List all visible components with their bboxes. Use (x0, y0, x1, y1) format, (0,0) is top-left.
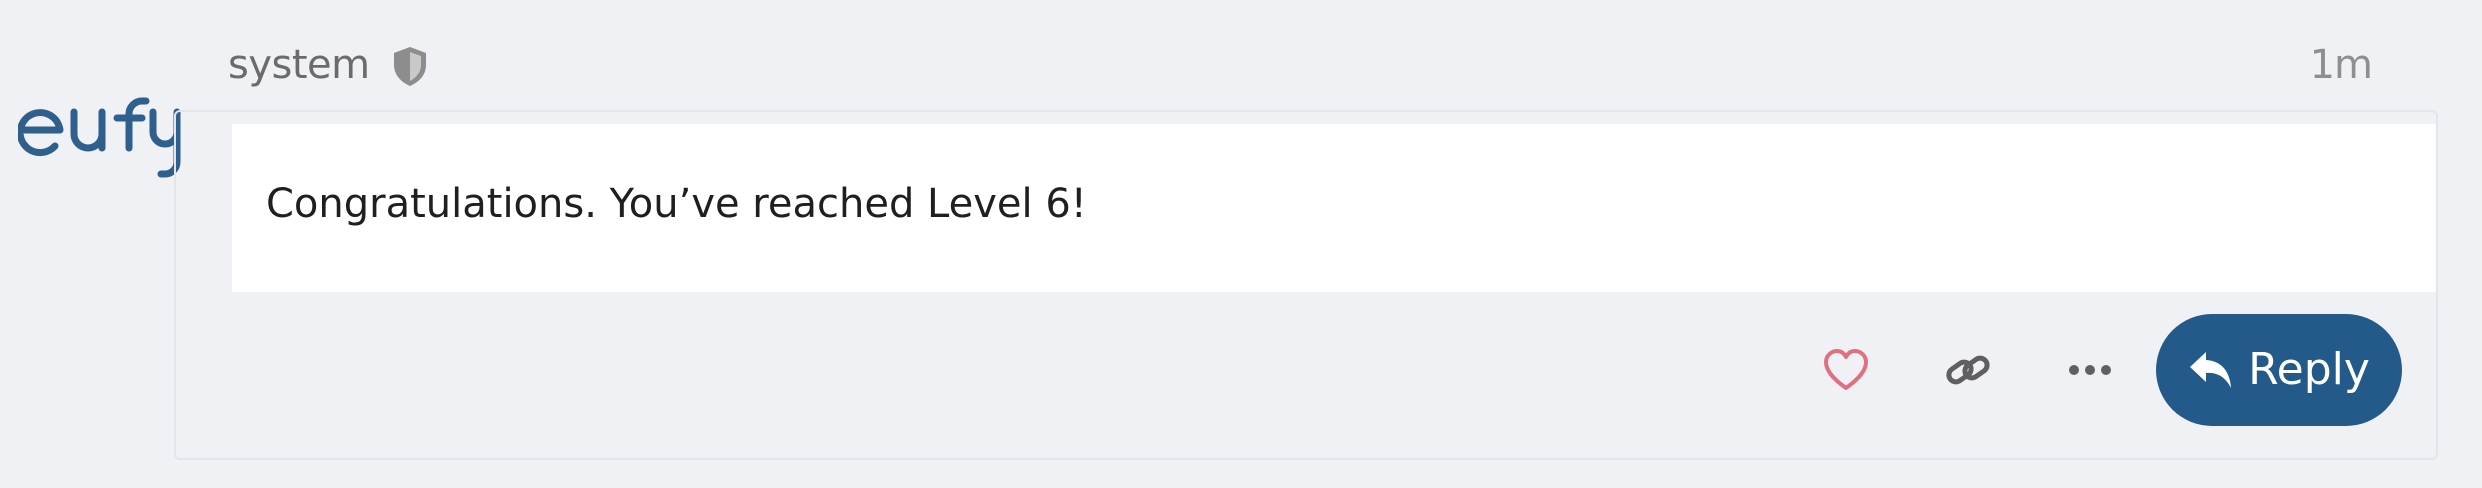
message-box: Congratulations. You’ve reached Level 6! (232, 124, 2436, 292)
reply-label: Reply (2248, 344, 2370, 395)
post-timestamp[interactable]: 1m (2310, 40, 2373, 90)
avatar[interactable]: eufy (16, 86, 188, 186)
eufy-logo: eufy (16, 97, 181, 178)
shield-icon (390, 44, 430, 88)
link-icon (1946, 355, 1990, 385)
share-link-button[interactable] (1936, 338, 2000, 402)
more-options-button[interactable] (2058, 338, 2122, 402)
ellipsis-icon (2069, 365, 2111, 375)
username[interactable]: system (228, 40, 370, 90)
like-button[interactable] (1814, 338, 1878, 402)
heart-icon (1824, 349, 1868, 390)
reply-arrow-icon (2190, 352, 2232, 388)
reply-button[interactable]: Reply (2156, 314, 2402, 426)
message-text: Congratulations. You’ve reached Level 6! (266, 181, 1087, 227)
